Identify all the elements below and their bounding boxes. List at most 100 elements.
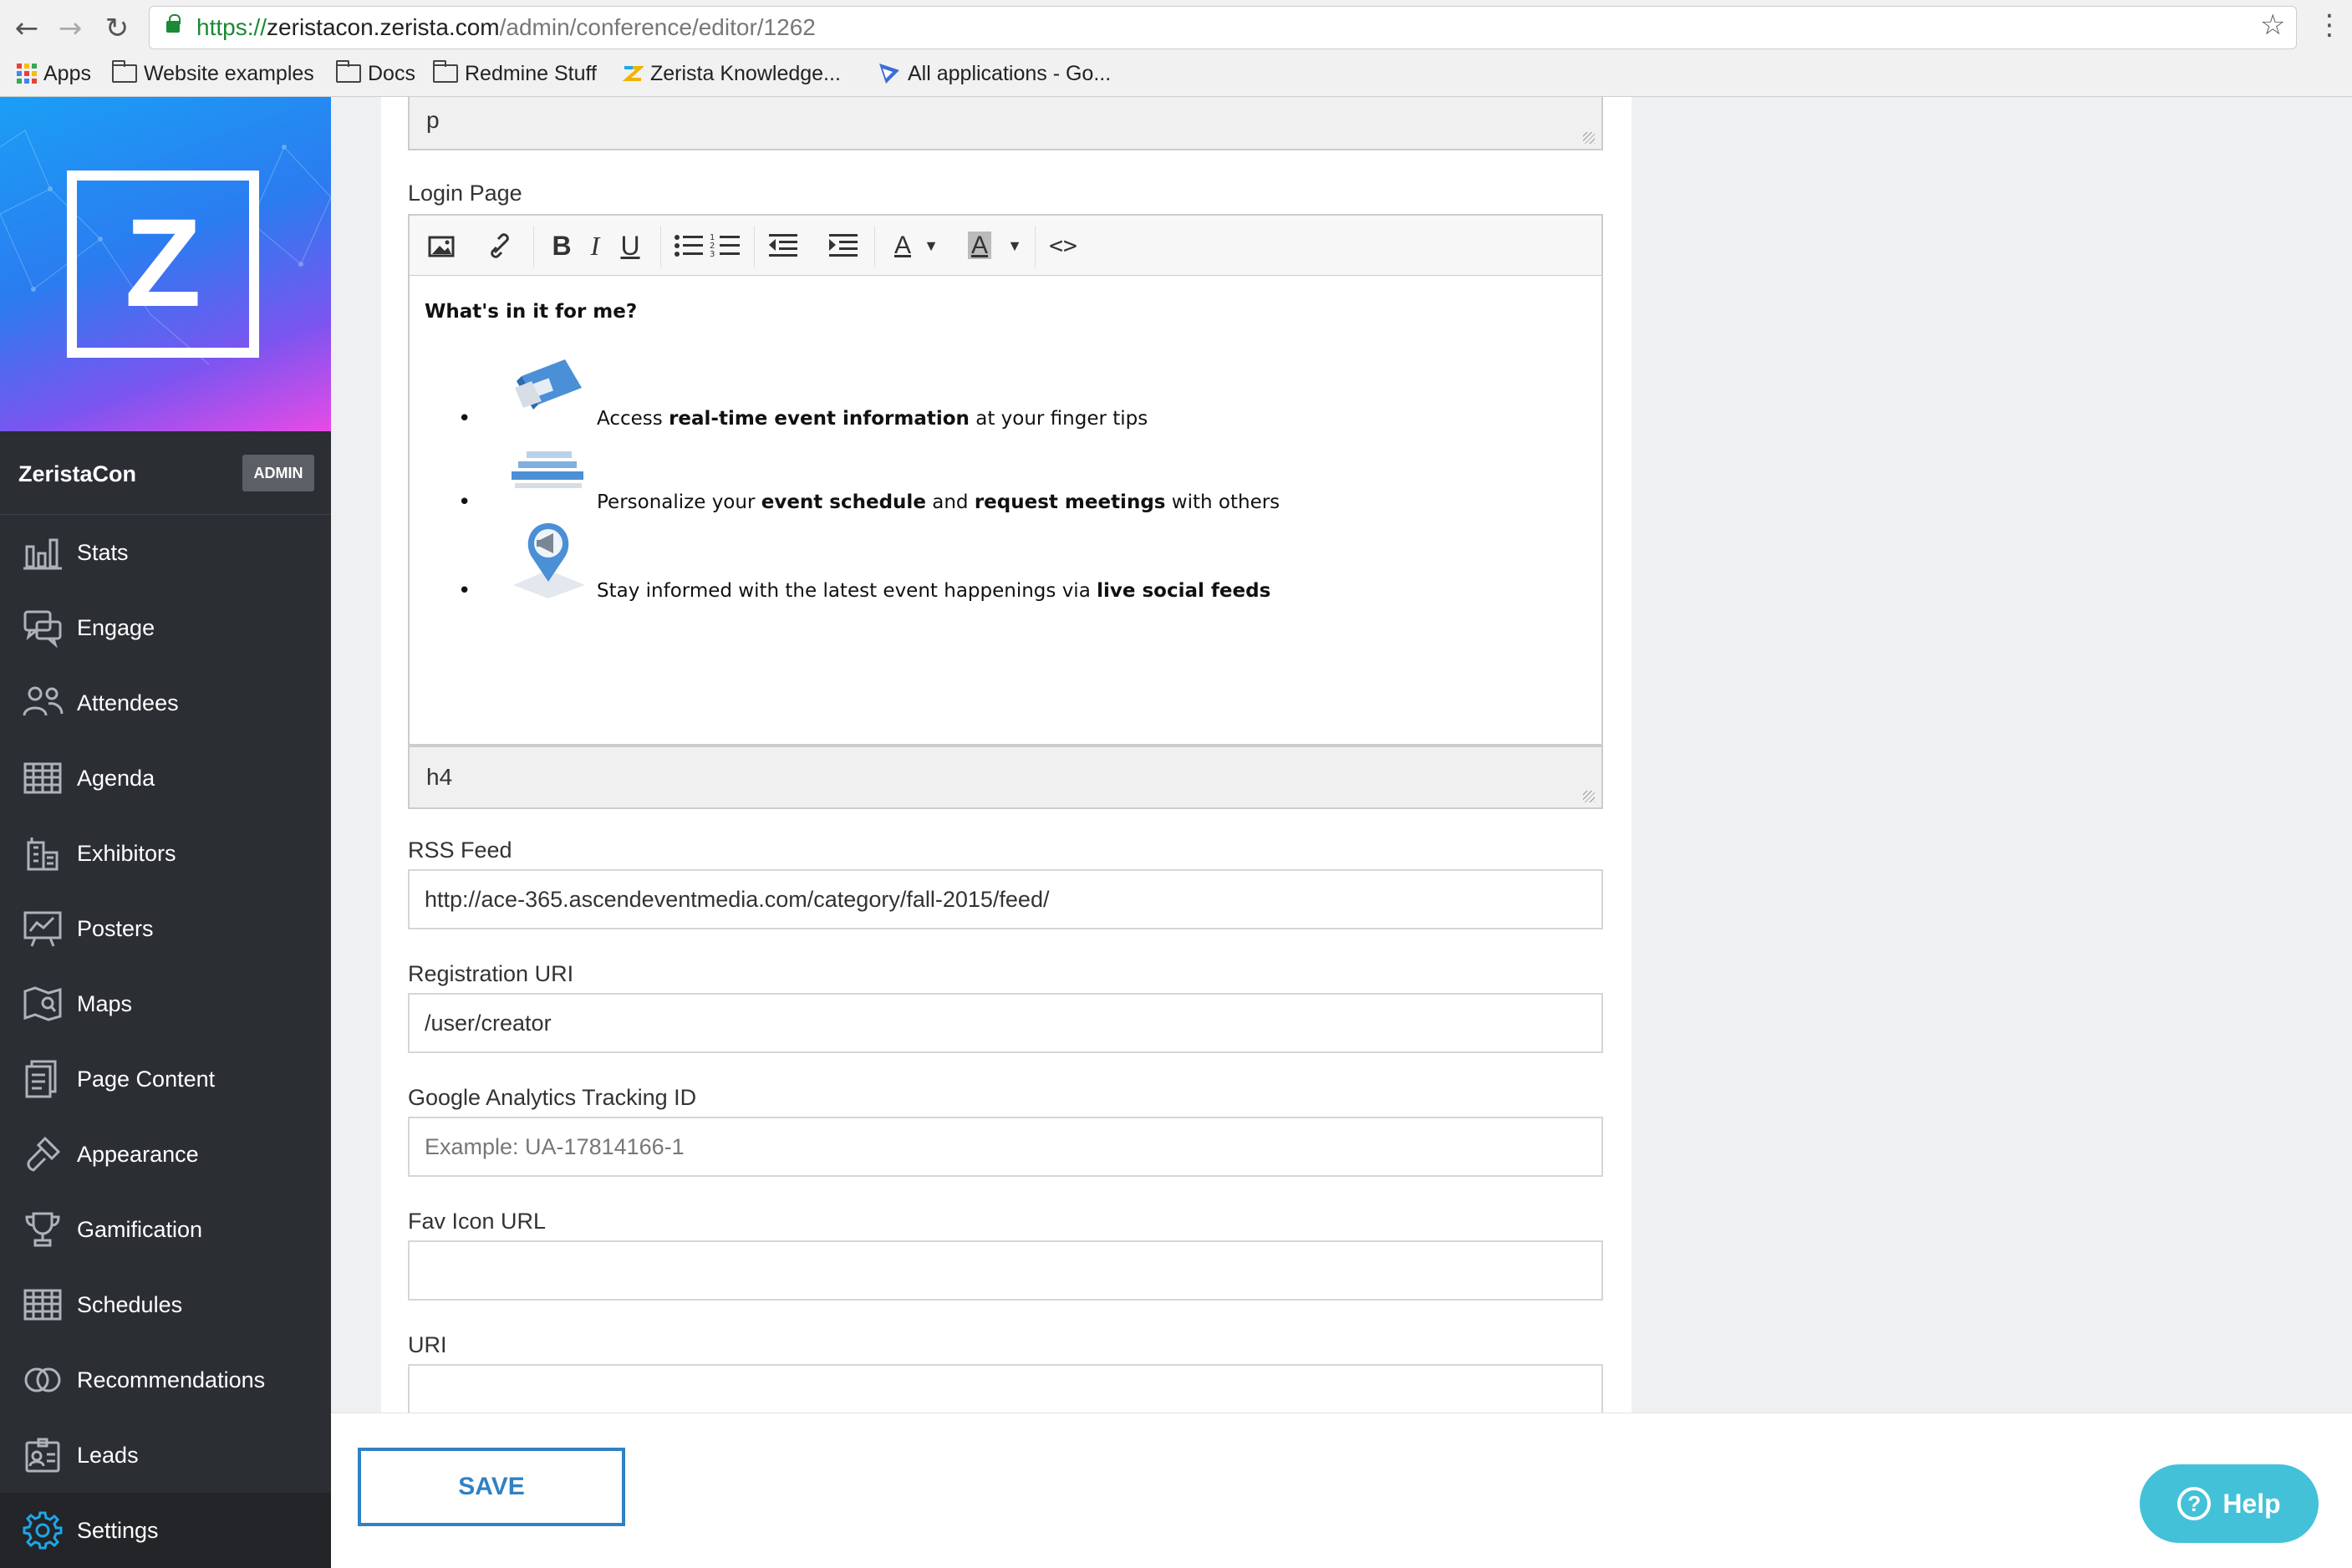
- zerista-logo[interactable]: Z: [67, 171, 259, 358]
- sidebar-item-label: Engage: [77, 614, 155, 640]
- toolbar-separator: [533, 226, 534, 267]
- sidebar-item-appearance[interactable]: Appearance: [0, 1117, 331, 1192]
- logo-letter: Z: [125, 192, 201, 333]
- previous-editor-path-bar: p: [408, 97, 1603, 150]
- insert-image-icon[interactable]: [425, 227, 458, 264]
- list-item: • Personalize your event schedule and re…: [425, 446, 1511, 515]
- rss-feed-input[interactable]: [408, 869, 1603, 929]
- uri-label: URI: [408, 1332, 447, 1357]
- bookmark-zerista-knowledge[interactable]: Zerista Knowledge...: [622, 59, 841, 89]
- sidebar-item-gamification[interactable]: Gamification: [0, 1192, 331, 1267]
- resize-grip-icon[interactable]: [1583, 132, 1595, 144]
- conference-header: ZeristaCon ADMIN: [0, 431, 331, 515]
- gear-icon: [23, 1511, 63, 1550]
- zerista-favicon: [622, 66, 644, 81]
- help-button[interactable]: ? Help: [2140, 1464, 2319, 1543]
- help-question-icon: ?: [2177, 1487, 2212, 1520]
- list-item: • Stay informed with the latest event ha…: [425, 518, 1511, 603]
- lock-icon: [166, 14, 181, 33]
- sidebar: Z ZeristaCon ADMIN Stats Engage Attendee…: [0, 97, 331, 1568]
- sidebar-item-stats[interactable]: Stats: [0, 515, 331, 590]
- forward-arrow-icon[interactable]: →: [52, 10, 89, 47]
- resize-grip-icon[interactable]: [1583, 791, 1595, 802]
- bullet: •: [458, 406, 471, 431]
- reload-icon[interactable]: ↻: [99, 10, 135, 47]
- sidebar-item-agenda[interactable]: Agenda: [0, 741, 331, 816]
- browser-menu-icon[interactable]: ⋮: [2315, 8, 2344, 42]
- trophy-icon: [25, 1212, 60, 1247]
- list-item-text: Stay informed with the latest event happ…: [597, 580, 1271, 602]
- back-arrow-icon[interactable]: ←: [8, 10, 45, 47]
- schedule-grid-icon: [23, 1289, 62, 1321]
- bookmark-redmine-stuff[interactable]: Redmine Stuff: [433, 59, 597, 89]
- browser-chrome: ← → ↻ https://zeristacon.zerista.com/adm…: [0, 0, 2352, 97]
- bullet: •: [458, 578, 471, 603]
- background-color-icon[interactable]: A: [967, 232, 991, 259]
- save-button[interactable]: SAVE: [358, 1448, 625, 1526]
- google-apps-favicon: [879, 64, 899, 84]
- sidebar-item-label: Schedules: [77, 1291, 183, 1317]
- google-analytics-input[interactable]: [408, 1117, 1603, 1177]
- conference-name: ZeristaCon: [18, 461, 137, 486]
- map-icon: [23, 986, 62, 1021]
- sidebar-item-label: Settings: [77, 1517, 159, 1543]
- sidebar-item-leads[interactable]: Leads: [0, 1418, 331, 1493]
- sidebar-item-maps[interactable]: Maps: [0, 966, 331, 1041]
- bookmark-apps[interactable]: Apps: [17, 59, 91, 89]
- numbered-list-icon[interactable]: 123: [707, 227, 744, 264]
- bookmark-label: Apps: [43, 62, 91, 85]
- outdent-icon[interactable]: [766, 227, 802, 264]
- registration-uri-label: Registration URI: [408, 961, 574, 986]
- registration-uri-input[interactable]: [408, 993, 1603, 1053]
- bookmark-star-icon[interactable]: ☆: [2260, 8, 2285, 42]
- login-editor-path-bar: h4: [408, 746, 1603, 809]
- bookmark-docs[interactable]: Docs: [336, 59, 415, 89]
- sidebar-item-label: Appearance: [77, 1141, 199, 1167]
- source-code-icon[interactable]: <>: [1045, 227, 1082, 264]
- bookmark-all-applications[interactable]: All applications - Go...: [878, 59, 1111, 89]
- save-bar: [331, 1413, 2352, 1556]
- sidebar-item-engage[interactable]: Engage: [0, 590, 331, 665]
- sidebar-item-settings[interactable]: Settings: [0, 1493, 331, 1568]
- editor-element-path: p: [426, 107, 440, 133]
- bold-icon[interactable]: B: [545, 227, 578, 264]
- address-bar[interactable]: https://zeristacon.zerista.com/admin/con…: [149, 6, 2297, 49]
- toolbar-separator: [874, 226, 875, 267]
- building-icon: [27, 837, 59, 871]
- sidebar-item-label: Posters: [77, 915, 154, 941]
- admin-badge: ADMIN: [242, 455, 314, 491]
- underline-icon[interactable]: U: [613, 227, 647, 264]
- schedule-meetings-illustration: [512, 451, 583, 488]
- insert-link-icon[interactable]: [483, 227, 517, 264]
- toolbar-separator: [660, 226, 661, 267]
- bullet: •: [458, 490, 471, 515]
- sidebar-item-page-content[interactable]: Page Content: [0, 1041, 331, 1117]
- sidebar-item-exhibitors[interactable]: Exhibitors: [0, 816, 331, 891]
- sidebar-item-attendees[interactable]: Attendees: [0, 665, 331, 741]
- settings-form-panel: p Login Page B I U 123 A ▼ A ▼ <> What's…: [381, 97, 1632, 1424]
- login-page-label: Login Page: [408, 181, 522, 206]
- text-color-icon[interactable]: A: [886, 227, 919, 264]
- bookmark-label: Redmine Stuff: [465, 62, 597, 85]
- bulleted-list-icon[interactable]: [670, 227, 707, 264]
- login-page-rich-text-editor[interactable]: What's in it for me? • Access real-time …: [408, 276, 1603, 746]
- calendar-grid-icon: [23, 762, 62, 794]
- editor-heading: What's in it for me?: [425, 301, 638, 323]
- fav-icon-url-input[interactable]: [408, 1240, 1603, 1301]
- sidebar-item-recommendations[interactable]: Recommendations: [0, 1342, 331, 1418]
- indent-icon[interactable]: [826, 227, 863, 264]
- people-icon: [23, 686, 64, 716]
- folder-icon: [433, 60, 458, 83]
- sidebar-item-schedules[interactable]: Schedules: [0, 1267, 331, 1342]
- italic-icon[interactable]: I: [578, 227, 612, 264]
- text-color-dropdown-icon[interactable]: ▼: [921, 227, 941, 264]
- apps-grid-icon: [17, 64, 37, 84]
- sidebar-item-label: Recommendations: [77, 1367, 266, 1392]
- bookmark-website-examples[interactable]: Website examples: [112, 59, 314, 89]
- sidebar-item-label: Attendees: [77, 690, 179, 715]
- fav-icon-url-label: Fav Icon URL: [408, 1209, 547, 1234]
- document-icon: [25, 1060, 57, 1098]
- sidebar-item-posters[interactable]: Posters: [0, 891, 331, 966]
- background-color-dropdown-icon[interactable]: ▼: [1005, 227, 1025, 264]
- list-item: • Access real-time event information at …: [425, 351, 1511, 431]
